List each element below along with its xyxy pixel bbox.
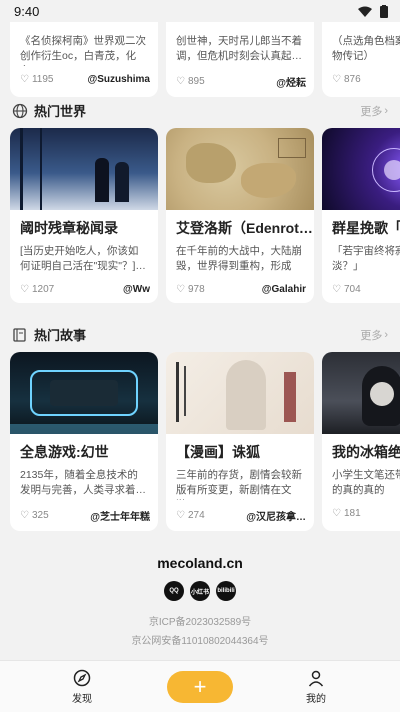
- like-icon: ♡: [332, 284, 341, 295]
- main-scroll-area[interactable]: 《名侦探柯南》世界观二次创作衍生oc，白青茂，化名… ♡1195 @Suzush…: [0, 0, 400, 660]
- qq-icon[interactable]: QQ: [164, 581, 184, 601]
- story-card[interactable]: 全息游戏:幻世 2135年，随着全息技术的发明与完善，人类寻求着… ♡ 325 @…: [10, 352, 158, 531]
- author-link[interactable]: @Ww: [123, 284, 150, 295]
- user-icon: [308, 670, 324, 687]
- globe-icon: [12, 103, 28, 118]
- world-cover-image: [322, 128, 400, 210]
- like-icon: ♡: [176, 76, 185, 87]
- story-cover-image: [10, 352, 158, 434]
- status-time: 9:40: [14, 3, 40, 19]
- chevron-right-icon: ›: [384, 328, 388, 341]
- more-worlds-link[interactable]: 更多 ›: [360, 103, 388, 119]
- like-icon: ♡: [332, 508, 341, 519]
- world-cover-image: [166, 128, 314, 210]
- site-footer: mecoland.cn QQ 小红书 bilibili 京ICP备2023032…: [0, 555, 400, 647]
- world-card[interactable]: 阈时残章秘闻录 [当历史开始吃人，你该如何证明自己活在"现实"？]… ♡ 1207…: [10, 128, 158, 303]
- status-bar: 9:40: [0, 0, 400, 22]
- like-icon: ♡: [20, 510, 29, 521]
- more-stories-link[interactable]: 更多 ›: [360, 327, 388, 343]
- chevron-right-icon: ›: [384, 104, 388, 117]
- author-link[interactable]: @Galahir: [262, 284, 306, 295]
- hot-stories-row[interactable]: 全息游戏:幻世 2135年，随着全息技术的发明与完善，人类寻求着… ♡ 325 @…: [10, 352, 400, 531]
- like-icon: ♡: [332, 74, 341, 85]
- world-card[interactable]: 艾登洛斯（Edenrot… 在千年前的大战中，大陆崩毁，世界得到重构，形成了… …: [166, 128, 314, 303]
- wifi-icon: [358, 6, 372, 17]
- like-icon: ♡: [176, 510, 185, 521]
- author-link[interactable]: @芝士年年糕: [90, 508, 150, 523]
- like-icon: ♡: [20, 74, 29, 85]
- author-link[interactable]: @汉尼孩拿…: [246, 508, 306, 523]
- story-card[interactable]: 我的冰箱绝对不 小学生文笔还带了有病，真的真的真的 ♡181: [322, 352, 400, 531]
- story-cover-image: [166, 352, 314, 434]
- hot-stories-header: 热门故事 更多 ›: [12, 325, 388, 344]
- plus-icon: +: [193, 674, 207, 699]
- bilibili-icon[interactable]: bilibili: [216, 581, 236, 601]
- compass-icon: [73, 669, 91, 687]
- icp-link[interactable]: 京ICP备2023032589号: [0, 613, 400, 628]
- like-icon: ♡: [176, 284, 185, 295]
- nav-mine[interactable]: 我的: [306, 669, 326, 705]
- nav-discover[interactable]: 发现: [72, 669, 92, 705]
- book-icon: [13, 327, 26, 342]
- world-card[interactable]: 群星挽歌「整合 「若宇宙终将寂灭星光黯淡？」 ♡704 @: [322, 128, 400, 303]
- author-link[interactable]: @烃耘: [276, 74, 306, 89]
- battery-icon: [380, 4, 388, 18]
- hot-worlds-header: 热门世界 更多 ›: [12, 101, 388, 120]
- section-title: 热门故事: [34, 328, 87, 343]
- section-title: 热门世界: [34, 104, 87, 119]
- world-cover-image: [10, 128, 158, 210]
- hot-worlds-row[interactable]: 阈时残章秘闻录 [当历史开始吃人，你该如何证明自己活在"现实"？]… ♡ 1207…: [10, 128, 400, 303]
- story-cover-image: [322, 352, 400, 434]
- add-button[interactable]: +: [167, 671, 233, 703]
- story-card[interactable]: 【漫画】诛狐 三年前的存货，剧情会较新版有所变更，新剧情在文游… ♡274 @汉…: [166, 352, 314, 531]
- author-link[interactable]: @Suzushima: [87, 74, 150, 85]
- bottom-nav: 发现 + 我的: [0, 660, 400, 712]
- like-icon: ♡: [20, 284, 29, 295]
- site-brand: mecoland.cn: [157, 555, 243, 571]
- police-record-link[interactable]: 京公网安备11010802044364号: [0, 632, 400, 647]
- xiaohongshu-icon[interactable]: 小红书: [190, 581, 210, 601]
